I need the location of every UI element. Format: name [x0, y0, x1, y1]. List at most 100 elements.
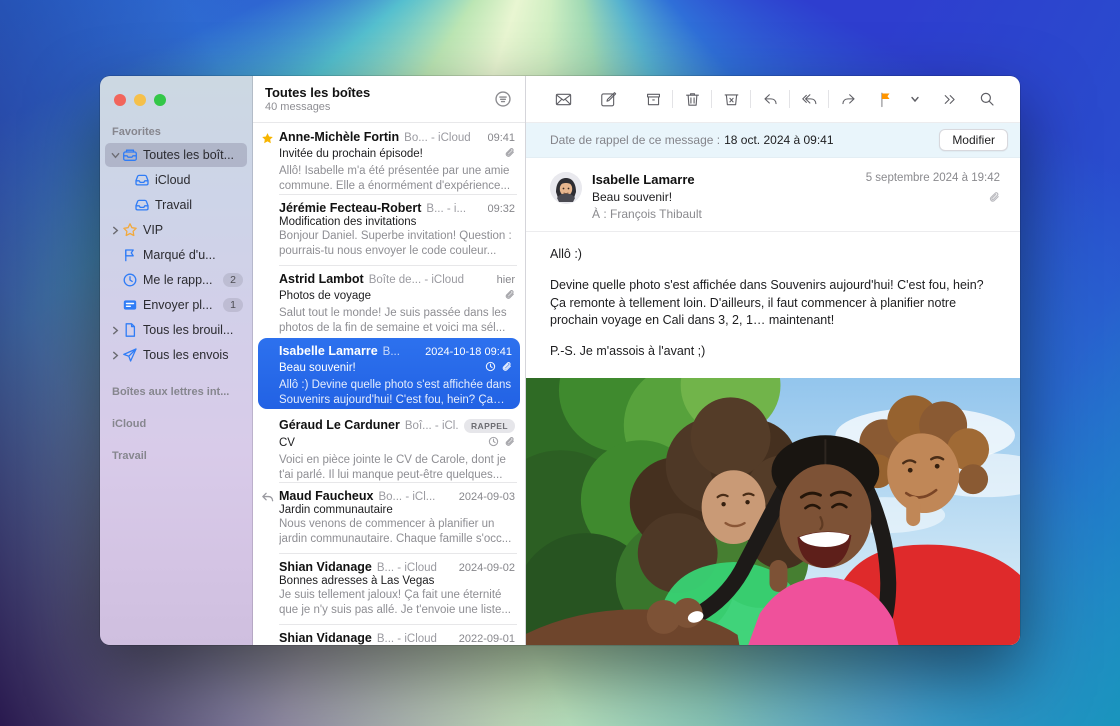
attachment-paperclip-icon[interactable]	[988, 190, 1000, 208]
archive-icon[interactable]	[634, 86, 672, 112]
recipient-line: À : François Thibault	[592, 207, 866, 221]
message-preview: Bonjour Daniel. Superbe invitation! Ques…	[279, 229, 515, 258]
sender-name[interactable]: Isabelle Lamarre	[592, 172, 866, 187]
sender-name: Jérémie Fecteau-Robert	[279, 201, 421, 215]
inbox-icon	[133, 172, 150, 189]
sidebar-item-tous-les-brouil[interactable]: Tous les brouil...	[105, 318, 247, 342]
message-row-astrid-lambot-2[interactable]: Astrid LambotBoîte de... - iCloudhierPho…	[253, 265, 525, 336]
mailbox-label: Bo... - iCl...	[378, 491, 453, 503]
message-subject: Jardin communautaire	[279, 504, 515, 516]
sidebar-item-label: Toutes les boît...	[143, 148, 243, 162]
replied-arrow-icon	[261, 491, 275, 505]
rappel-badge: RAPPEL	[464, 419, 515, 433]
inbox-icon	[133, 197, 150, 214]
window-controls	[100, 88, 252, 120]
message-date: 5 septembre 2024 à 19:42	[866, 172, 1000, 184]
chevron-down-icon[interactable]	[109, 151, 121, 160]
sidebar-item-icloud[interactable]: iCloud	[105, 168, 247, 192]
message-date: 2022-09-01	[459, 633, 515, 645]
chevron-right-icon[interactable]	[109, 351, 121, 360]
search-icon[interactable]	[968, 86, 1006, 112]
sidebar-item-vip[interactable]: VIP	[105, 218, 247, 242]
message-subject: Beau souvenir!	[592, 190, 866, 204]
forward-icon[interactable]	[829, 86, 867, 112]
message-subject: Modification des invitations	[279, 216, 515, 228]
sidebar-item-label: Travail	[155, 198, 243, 212]
filter-icon[interactable]	[493, 86, 513, 112]
message-row-shian-vidanage-7[interactable]: Shian VidanageB... - iCloud2022-09-01	[253, 624, 525, 645]
compose-icon[interactable]	[589, 86, 627, 112]
body-paragraph: P.-S. Je m'assois à l'avant ;)	[550, 343, 994, 361]
message-preview: Salut tout le monde! Je suis passée dans…	[279, 306, 515, 335]
mail-window: Favorites Toutes les boît...iCloudTravai…	[100, 76, 1020, 645]
unread-count-badge: 2	[223, 273, 243, 287]
message-row-j-r-mie-fecteau-robert-1[interactable]: Jérémie Fecteau-RobertB... - i...09:32Mo…	[253, 194, 525, 265]
body-paragraph: Allô :)	[550, 246, 994, 264]
trash-icon[interactable]	[673, 86, 711, 112]
sidebar-item-me-le-rapp[interactable]: Me le rapp... 2	[105, 268, 247, 292]
sidebar-section-travail[interactable]: Travail	[100, 432, 252, 464]
unread-count-badge: 1	[223, 298, 243, 312]
junk-icon[interactable]	[712, 86, 750, 112]
message-preview: Allô :) Devine quelle photo s'est affich…	[279, 378, 512, 407]
sidebar-item-tous-les-envois[interactable]: Tous les envois	[105, 343, 247, 367]
chevron-right-icon[interactable]	[109, 326, 121, 335]
reading-pane: Date de rappel de ce message : 18 oct. 2…	[526, 76, 1020, 645]
sidebar-item-envoyer-pl[interactable]: Envoyer pl... 1	[105, 293, 247, 317]
sidebar-item-travail[interactable]: Travail	[105, 193, 247, 217]
message-date: 2024-09-02	[459, 562, 515, 574]
photo-attachment[interactable]	[526, 378, 1020, 645]
reminder-banner: Date de rappel de ce message : 18 oct. 2…	[526, 123, 1020, 158]
minimize-window-button[interactable]	[134, 94, 146, 106]
close-window-button[interactable]	[114, 94, 126, 106]
message-row-g-raud-le-carduner-4[interactable]: Géraud Le CardunerBoî... - iCl...RAPPELC…	[253, 411, 525, 482]
zoom-window-button[interactable]	[154, 94, 166, 106]
mailbox-stack-icon	[121, 147, 138, 164]
message-row-isabelle-lamarre-3[interactable]: Isabelle LamarreB...2024-10-18 09:41Beau…	[258, 338, 520, 409]
sender-name: Isabelle Lamarre	[279, 344, 378, 358]
paperclip-icon	[504, 287, 515, 305]
memoji-avatar-icon	[550, 172, 582, 204]
sidebar-section-bo-tes-aux-lettres-int[interactable]: Boîtes aux lettres int...	[100, 368, 252, 400]
mailbox-label: Bo... - iCloud	[404, 132, 482, 144]
chevron-right-icon[interactable]	[109, 226, 121, 235]
sidebar-item-label: Tous les brouil...	[143, 323, 243, 337]
message-preview: Nous venons de commencer à planifier un …	[279, 517, 515, 546]
recipient-name[interactable]: François Thibault	[610, 207, 702, 221]
modify-reminder-button[interactable]: Modifier	[939, 129, 1008, 151]
message-body: Allô :) Devine quelle photo s'est affich…	[526, 232, 1020, 378]
message-subject: Invitée du prochain épisode!	[279, 148, 504, 160]
paperclip-icon	[501, 359, 512, 377]
favorites-header: Favorites	[100, 120, 252, 142]
reply-icon[interactable]	[751, 86, 789, 112]
show-more-icon[interactable]	[930, 86, 968, 112]
message-preview: Je suis tellement jaloux! Ça fait une ét…	[279, 588, 515, 617]
message-date: 2024-09-03	[459, 491, 515, 503]
sidebar-section-icloud[interactable]: iCloud	[100, 400, 252, 432]
message-row-maud-faucheux-5[interactable]: Maud FaucheuxBo... - iCl...2024-09-03Jar…	[253, 482, 525, 553]
mailbox-label: B... - iCloud	[377, 562, 454, 574]
message-date: 2024-10-18 09:41	[425, 346, 512, 358]
message-subject: Bonnes adresses à Las Vegas	[279, 575, 515, 587]
sidebar-item-label: Me le rapp...	[143, 273, 219, 287]
sidebar-item-toutes-les-bo-t[interactable]: Toutes les boît...	[105, 143, 247, 167]
message-row-anne-mich-le-fortin-0[interactable]: Anne-Michèle FortinBo... - iCloud09:41In…	[253, 123, 525, 194]
clock-icon	[485, 359, 496, 377]
reminder-label: Date de rappel de ce message :	[550, 133, 720, 147]
flag-menu-chevron-icon[interactable]	[905, 86, 925, 112]
sidebar-item-label: Envoyer pl...	[143, 298, 219, 312]
get-mail-icon[interactable]	[544, 86, 582, 112]
mailbox-label: Boî... - iCl...	[405, 420, 459, 432]
message-list-pane: Toutes les boîtes 40 messages Anne-Michè…	[253, 76, 526, 645]
message-row-shian-vidanage-6[interactable]: Shian VidanageB... - iCloud2024-09-02Bon…	[253, 553, 525, 624]
reminder-date: 18 oct. 2024 à 09:41	[724, 133, 833, 147]
mailbox-title: Toutes les boîtes	[265, 85, 493, 100]
sender-avatar[interactable]	[550, 172, 582, 204]
paperclip-icon	[504, 434, 515, 452]
flag-icon[interactable]	[867, 86, 905, 112]
message-subject: Photos de voyage	[279, 290, 504, 302]
mailbox-label: B...	[383, 346, 420, 358]
reply-all-icon[interactable]	[790, 86, 828, 112]
message-preview: Allô! Isabelle m'a été présentée par une…	[279, 164, 515, 193]
sidebar-item-marqu-d-u[interactable]: Marqué d'u...	[105, 243, 247, 267]
